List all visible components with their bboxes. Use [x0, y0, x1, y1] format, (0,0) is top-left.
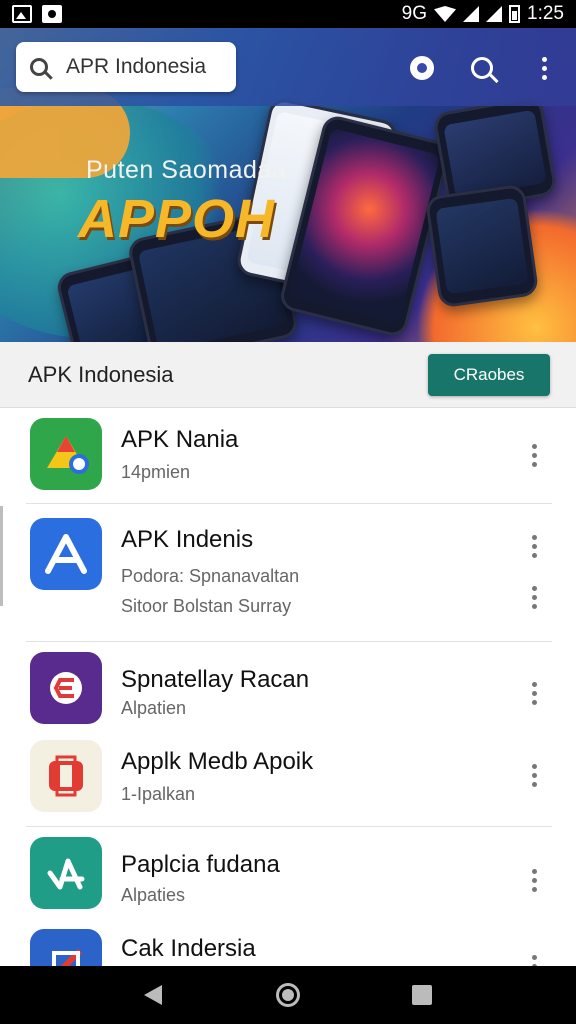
gallery-notification-icon: [12, 5, 32, 23]
home-icon[interactable]: [276, 983, 300, 1007]
app-subtitle: Podora: Spnanavaltan: [121, 566, 300, 586]
status-bar: 9G 1:25: [0, 0, 576, 28]
app-subtitle: 14pmien: [121, 462, 191, 482]
app-name: Cak Indersia: [121, 935, 256, 962]
search-input[interactable]: [66, 55, 226, 79]
app-subtitle: Alpatien: [121, 698, 187, 718]
banner-subtitle: Puten Saomadaa: [86, 156, 287, 184]
app-name: Spnatellay Racan: [121, 666, 310, 693]
app-name: APK Nania: [121, 426, 239, 453]
overflow-menu-button[interactable]: [524, 48, 564, 88]
carrier-label: 9G: [401, 3, 428, 24]
more-vert-icon[interactable]: [524, 531, 544, 561]
more-vert-icon[interactable]: [524, 760, 544, 790]
promo-banner[interactable]: Puten Saomadaa APPOH: [0, 28, 576, 342]
list-item[interactable]: Cak Indersia: [0, 925, 576, 966]
scrollbar[interactable]: [0, 506, 3, 606]
more-vert-icon[interactable]: [524, 865, 544, 895]
blue-red-icon: [30, 929, 102, 966]
scan-icon: [471, 57, 493, 79]
app-name: APK Indenis: [121, 526, 254, 553]
signal-icon: [463, 6, 480, 22]
more-vert-icon[interactable]: [524, 951, 544, 966]
back-icon[interactable]: [144, 985, 162, 1005]
list-item[interactable]: APK Indenis Podora: Spnanavaltan Sitoor …: [0, 504, 576, 642]
signal-icon-2: [486, 6, 503, 22]
app-bar: [0, 28, 576, 106]
search-icon[interactable]: [30, 58, 48, 76]
teal-a-icon: [30, 837, 102, 909]
app-store-a-icon: [30, 518, 102, 590]
list-item[interactable]: Paplcia fudana Alpaties: [0, 827, 576, 925]
app-name: Paplcia fudana: [121, 851, 280, 878]
app-name: Applk Medb Apoik: [121, 748, 314, 775]
recents-icon[interactable]: [412, 985, 432, 1005]
search-box[interactable]: [16, 42, 236, 92]
app-list[interactable]: APK Nania 14pmien APK Indenis Podora: Sp…: [0, 408, 576, 966]
more-vert-icon[interactable]: [524, 440, 544, 470]
phone-mockup: [424, 183, 540, 309]
app-subtitle-secondary: Sitoor Bolstan Surray: [121, 596, 292, 616]
purple-e-icon: [30, 652, 102, 724]
more-vert-icon: [541, 56, 547, 80]
settings-icon: [410, 56, 434, 80]
more-vert-icon[interactable]: [524, 678, 544, 708]
list-item[interactable]: APK Nania 14pmien: [0, 408, 576, 504]
section-header: APK Indonesia CRaobes: [0, 342, 576, 408]
section-title: APK Indonesia: [28, 361, 174, 387]
banner-title: APPOH: [78, 189, 276, 249]
settings-button[interactable]: [402, 48, 442, 88]
list-item[interactable]: Applk Medb Apoik 1-Ipalkan: [0, 732, 576, 826]
red-box-icon: [30, 740, 102, 812]
google-drive-style-icon: [30, 418, 102, 490]
app-subtitle: 1-Ipalkan: [121, 784, 196, 804]
more-vert-icon[interactable]: [524, 582, 544, 612]
system-nav-bar: [0, 966, 576, 1024]
primary-action-button[interactable]: CRaobes: [428, 353, 550, 396]
clock: 1:25: [527, 3, 564, 24]
scan-button[interactable]: [462, 48, 502, 88]
battery-icon: [509, 5, 521, 23]
photo-notification-icon: [42, 5, 62, 23]
app-subtitle: Alpaties: [121, 885, 186, 905]
wifi-icon: [434, 6, 457, 22]
list-item[interactable]: Spnatellay Racan Alpatien: [0, 642, 576, 732]
